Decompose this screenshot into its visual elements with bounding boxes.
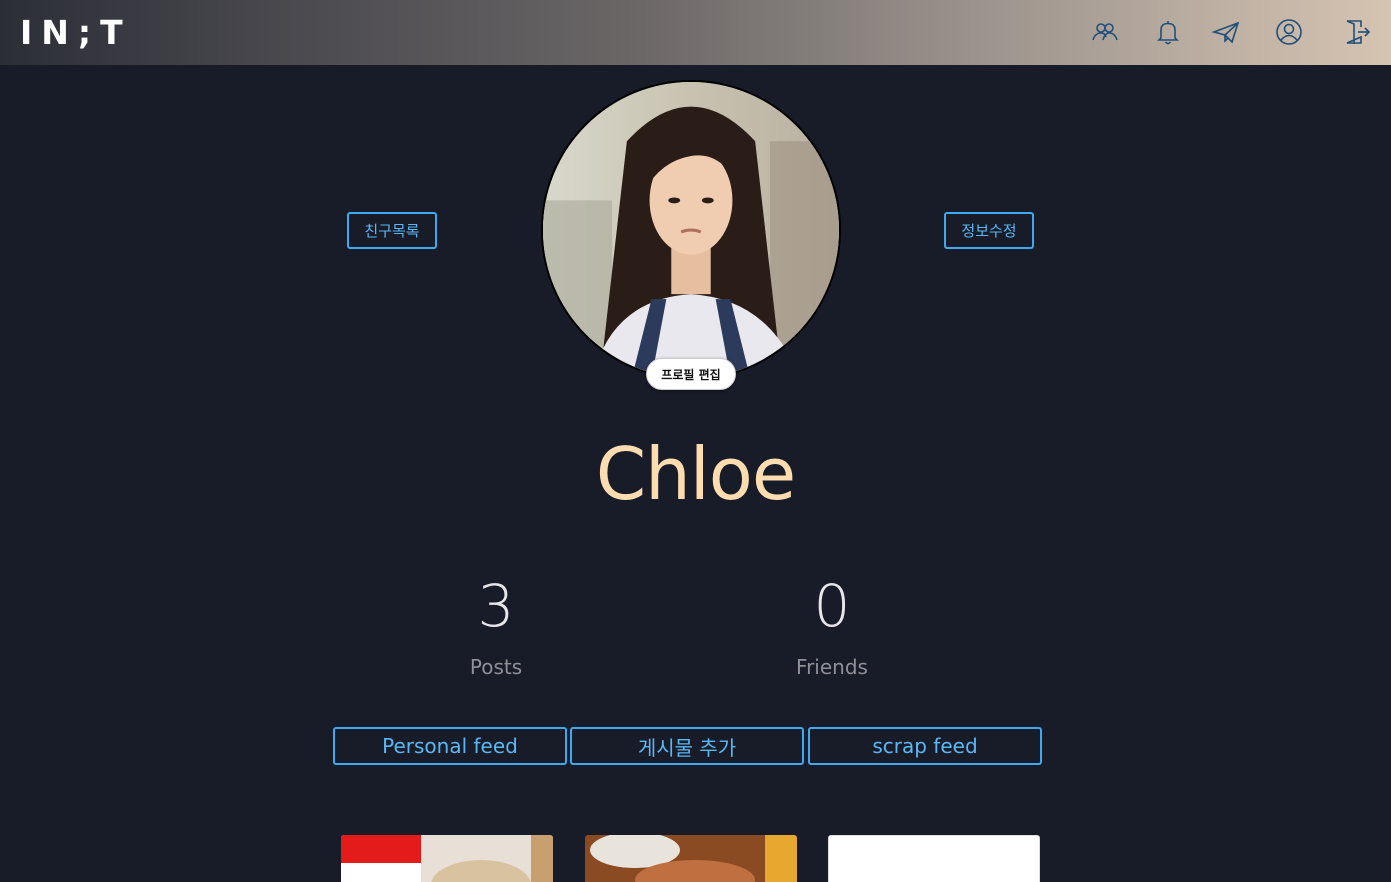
profile-avatar [541,80,841,380]
friends-list-button[interactable]: 친구목록 [347,212,437,249]
friends-count: 0 [813,572,851,640]
edit-profile-button[interactable]: 프로필 편집 [646,358,736,390]
friends-icon[interactable] [1089,16,1121,48]
personal-feed-button[interactable]: Personal feed [333,727,567,765]
edit-info-button[interactable]: 정보수정 [944,212,1034,249]
posts-label: Posts [469,655,523,679]
user-circle-icon[interactable] [1273,16,1305,48]
bell-icon[interactable] [1152,16,1184,48]
post-thumbnail[interactable] [585,835,797,882]
post-thumbnail[interactable] [341,835,553,882]
top-navbar: IN;T [0,0,1391,65]
add-post-button[interactable]: 게시물 추가 [570,727,804,765]
post-thumbnail[interactable] [828,835,1040,882]
paper-plane-icon[interactable] [1210,16,1242,48]
scrap-feed-button[interactable]: scrap feed [808,727,1042,765]
friends-label: Friends [796,655,868,679]
posts-count: 3 [477,572,515,640]
profile-username: Chloe [595,432,796,516]
logout-icon[interactable] [1340,16,1372,48]
app-logo[interactable]: IN;T [20,10,132,55]
